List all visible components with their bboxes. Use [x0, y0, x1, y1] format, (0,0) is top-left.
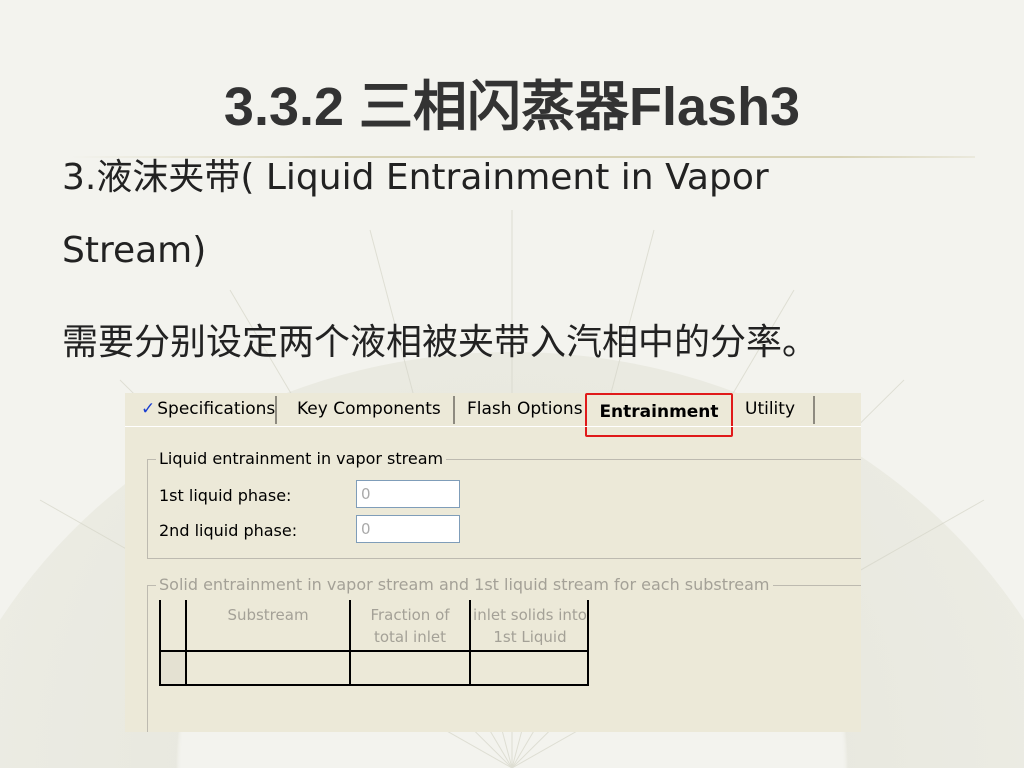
tab-entrainment[interactable]: Entrainment — [585, 393, 733, 437]
group-legend: Liquid entrainment in vapor stream — [156, 449, 447, 468]
tab-label: Specifications — [157, 399, 276, 419]
column-header-liquid: inlet solids into 1st Liquid — [471, 600, 589, 652]
tab-bar: ✓ Specifications Key Components Flash Opt… — [125, 393, 861, 437]
body-text-line: 需要分别设定两个液相被夹带入汽相中的分率。 — [62, 322, 819, 363]
table-cell[interactable] — [471, 652, 589, 684]
table-corner-cell — [161, 600, 187, 652]
second-liquid-input[interactable]: 0 — [356, 515, 460, 543]
tab-label: Entrainment — [599, 402, 719, 422]
second-liquid-label: 2nd liquid phase: — [159, 521, 298, 540]
first-liquid-input[interactable]: 0 — [356, 480, 460, 508]
tab-utility[interactable]: Utility — [739, 396, 815, 424]
group-legend: Solid entrainment in vapor stream and 1s… — [156, 575, 773, 594]
body-text-line: Stream) — [62, 230, 207, 271]
liquid-entrainment-group: Liquid entrainment in vapor stream 1st l… — [147, 449, 861, 559]
first-liquid-label: 1st liquid phase: — [159, 486, 292, 505]
substream-table: Substream Fraction of total inlet solids… — [159, 600, 589, 686]
table-cell[interactable] — [351, 652, 471, 684]
table-cell[interactable] — [187, 652, 351, 684]
checkmark-icon: ✓ — [141, 399, 156, 419]
entrainment-dialog: ✓ Specifications Key Components Flash Opt… — [125, 393, 861, 732]
column-header-substream: Substream — [187, 600, 351, 652]
tab-label: Utility — [745, 399, 796, 419]
slide-title: 3.3.2 三相闪蒸器Flash3 — [223, 77, 801, 137]
body-text-line: 3.液沫夹带( Liquid Entrainment in Vapor — [62, 157, 769, 198]
tab-key-components[interactable]: Key Components — [291, 396, 455, 424]
panel-border — [125, 426, 861, 427]
tab-label: Key Components — [297, 399, 441, 419]
row-header-cell[interactable] — [161, 652, 187, 684]
tab-flash-options[interactable]: Flash Options — [461, 396, 598, 424]
tab-label: Flash Options — [467, 399, 583, 419]
column-header-vapor: Fraction of total inlet solids into Vapo… — [351, 600, 471, 652]
solid-entrainment-group: Solid entrainment in vapor stream and 1s… — [147, 575, 861, 732]
tab-specifications[interactable]: ✓ Specifications — [135, 396, 277, 424]
